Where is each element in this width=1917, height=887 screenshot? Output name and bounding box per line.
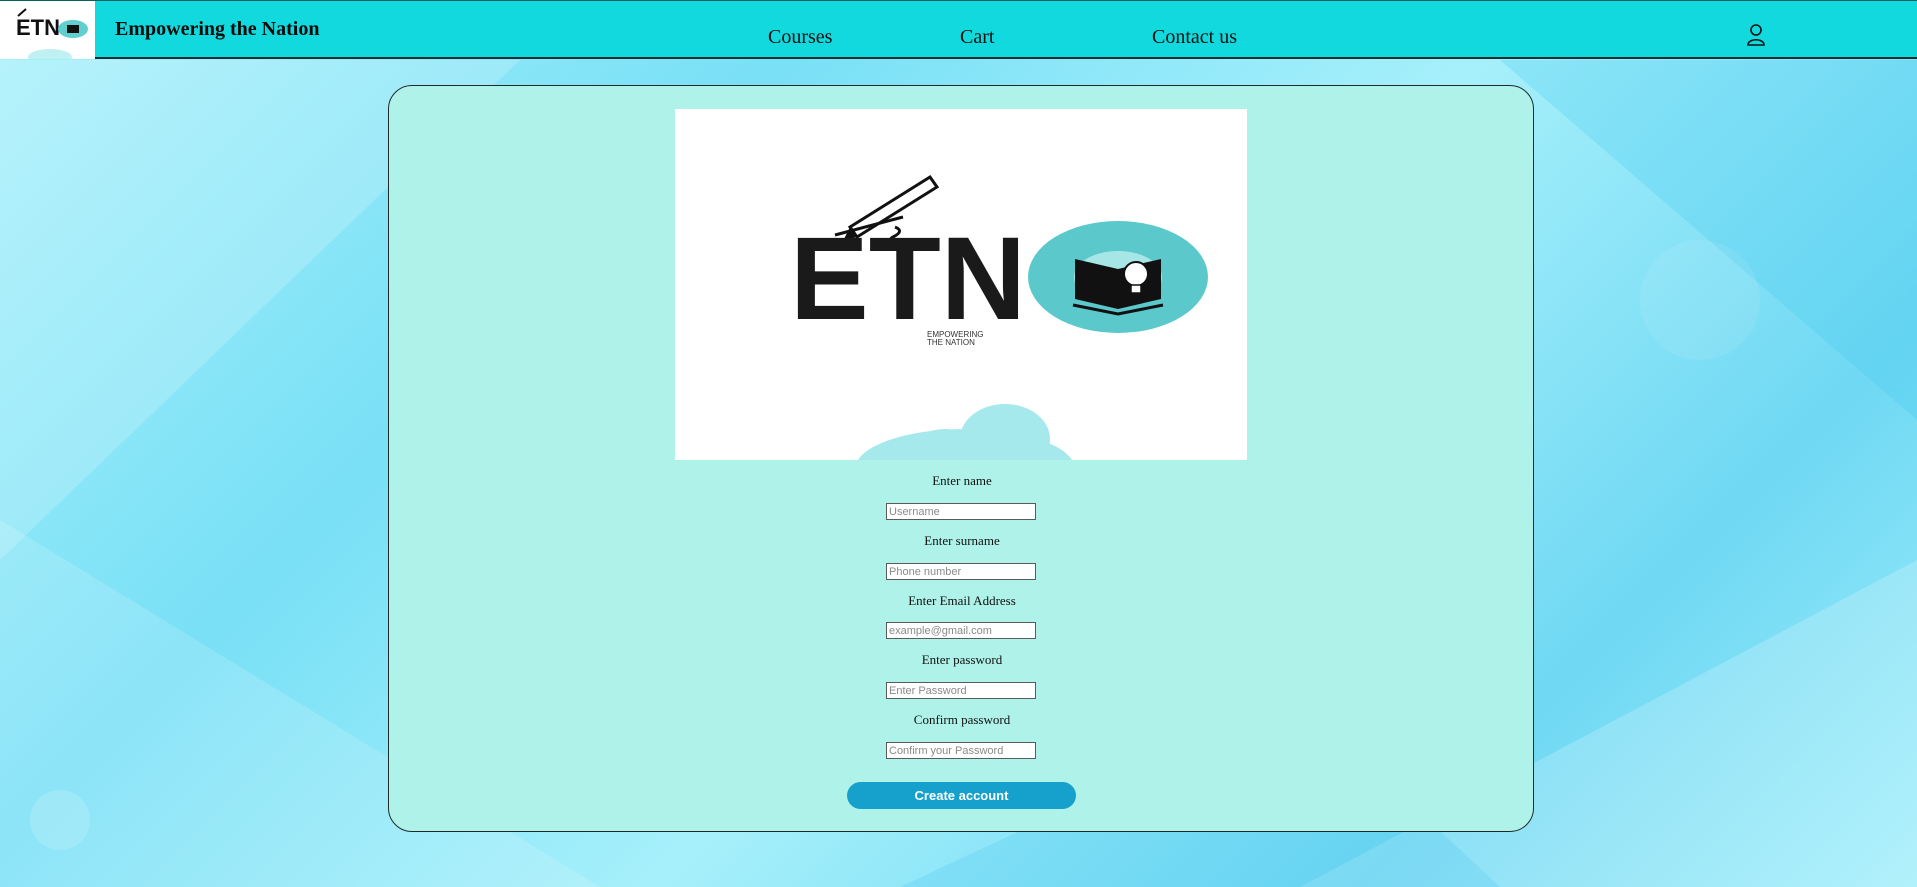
nav-courses[interactable]: Courses [768, 26, 832, 49]
email-input[interactable] [886, 622, 1036, 639]
top-navbar: ETN Empowering the Nation Courses Cart C… [0, 0, 1917, 59]
svg-text:ETN: ETN [16, 15, 60, 40]
label-password: Enter password [921, 652, 1003, 667]
surname-input[interactable] [886, 563, 1036, 580]
user-icon[interactable] [1745, 23, 1767, 47]
nav-contact-us[interactable]: Contact us [1152, 26, 1237, 49]
site-logo[interactable]: ETN [0, 1, 95, 59]
signup-card: ETN EMPOWERING THE NATION Enter name Ent… [388, 85, 1534, 832]
hero-tagline-2: THE NATION [927, 338, 975, 347]
site-title: Empowering the Nation [115, 18, 320, 40]
password-input[interactable] [886, 682, 1036, 699]
label-name: Enter name [932, 473, 992, 488]
nav-cart[interactable]: Cart [960, 26, 994, 49]
label-confirm-password: Confirm password [913, 712, 1011, 727]
hero-logo-banner: ETN EMPOWERING THE NATION [675, 109, 1247, 460]
label-email: Enter Email Address [908, 593, 1016, 608]
confirm-password-input[interactable] [886, 742, 1036, 759]
create-account-button[interactable]: Create account [847, 782, 1076, 809]
label-surname: Enter surname [924, 533, 1000, 548]
cloud-decoration [857, 404, 1073, 460]
username-input[interactable] [886, 503, 1036, 520]
logo-icon: ETN [16, 8, 88, 59]
hero-logo-text: ETN [790, 213, 1026, 345]
etn-logo-image: ETN EMPOWERING THE NATION [790, 174, 1208, 460]
